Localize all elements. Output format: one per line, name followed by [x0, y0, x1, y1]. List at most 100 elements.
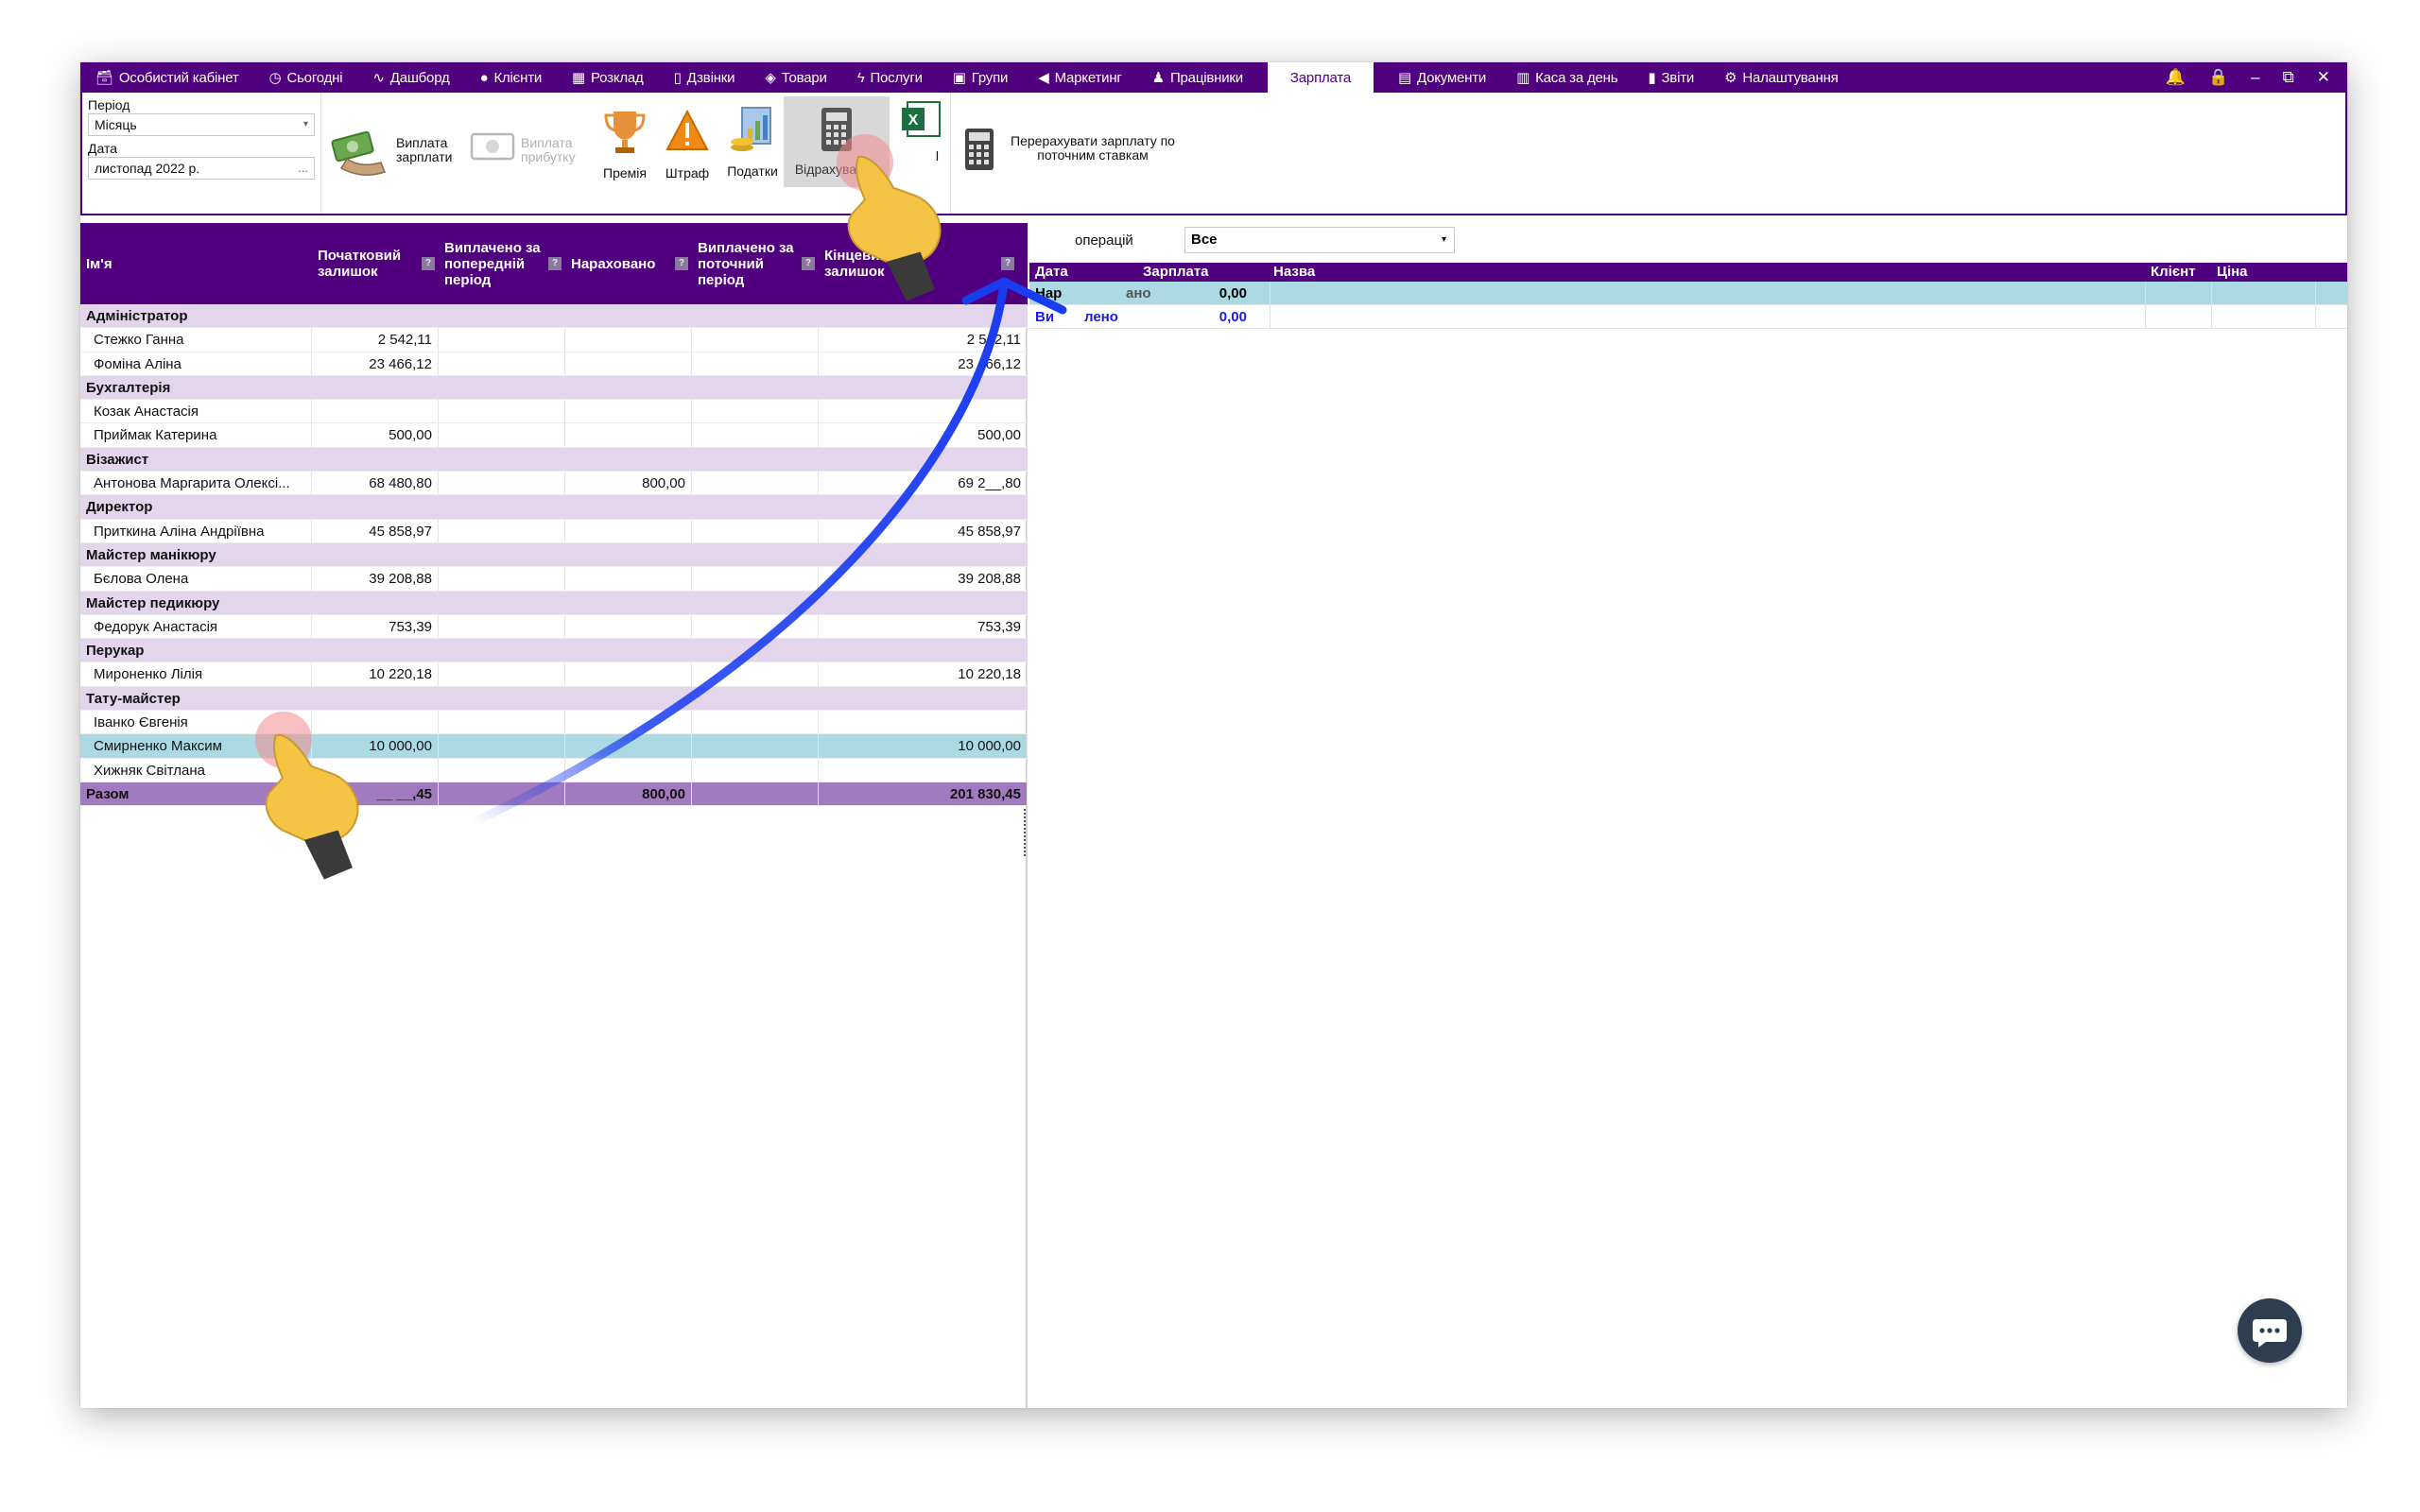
cell-paid-prev [439, 472, 565, 495]
deductions-button[interactable]: Відрахування [784, 96, 890, 187]
splitter-handle[interactable] [1024, 809, 1026, 856]
nav-goods[interactable]: ◈ Товари [750, 62, 841, 93]
group-name: Майстер педикюру [86, 594, 220, 611]
chat-button[interactable] [2238, 1298, 2302, 1363]
group-row[interactable]: Майстер педикюру [80, 591, 1028, 615]
nav-documents[interactable]: ▤ Документи [1383, 62, 1501, 93]
header-date[interactable]: Дата [1035, 264, 1068, 280]
box-icon: ◈ [765, 70, 776, 86]
cell-start: 23 466,12 [312, 352, 439, 375]
nav-schedule[interactable]: ▦ Розклад [557, 62, 659, 93]
employee-row[interactable]: Хижняк Світлана [80, 758, 1028, 782]
employee-name: Іванко Євгенія [80, 711, 312, 734]
cell-accrued [565, 662, 692, 686]
nav-settings[interactable]: ⚙ Налаштування [1709, 62, 1854, 93]
help-icon[interactable]: ? [675, 257, 688, 270]
cell-start: 10 220,18 [312, 662, 439, 686]
header-price[interactable]: Ціна [2217, 264, 2248, 280]
app-window: 🗃 Особистий кабінет ◷ Сьогодні ∿ Дашборд ● К… [80, 62, 2347, 1408]
restore-button[interactable]: ⧉ [2272, 68, 2306, 87]
nav-groups[interactable]: ▣ Групи [938, 62, 1023, 93]
nav-marketing[interactable]: ◀ Маркетинг [1023, 62, 1136, 93]
operation-row-accrued[interactable]: Нар ано 0,00 [1029, 282, 2347, 305]
help-icon[interactable]: ? [422, 257, 435, 270]
lightning-icon: ϟ [856, 69, 865, 86]
user-circle-icon: ● [479, 69, 489, 86]
employee-row[interactable]: Федорук Анастасія 753,39 753,39 [80, 614, 1028, 640]
header-start-balance[interactable]: Початковий залишок? [312, 223, 439, 304]
nav-dashboard[interactable]: ∿ Дашборд [357, 62, 464, 93]
nav-reports[interactable]: ▮ Звіти [1633, 62, 1709, 93]
employee-row[interactable]: Бєлова Олена 39 208,88 39 208,88 [80, 567, 1028, 592]
employee-row[interactable]: Іванко Євгенія [80, 711, 1028, 735]
minimize-button[interactable]: – [2239, 68, 2271, 87]
cell-accrued [565, 328, 692, 352]
cell-end: 753,39 [819, 614, 1028, 639]
employee-row[interactable]: Фоміна Аліна 23 466,12 23 466,12 [80, 352, 1028, 376]
total-row[interactable]: Разом __ __,45 800,00 201 830,45 [80, 782, 1028, 807]
nav-calls[interactable]: ▯ Дзвінки [659, 62, 751, 93]
cell-accrued [565, 758, 692, 782]
header-paid-current[interactable]: Виплачено за поточний період? [692, 223, 819, 304]
group-row[interactable]: Майстер манікюру [80, 542, 1028, 568]
group-row[interactable]: Тату-майстер [80, 686, 1028, 712]
group-row[interactable]: Директор [80, 495, 1028, 520]
employee-row[interactable]: Козак Анастасія [80, 400, 1028, 424]
operation-row-paid[interactable]: Ви лено 0,00 [1029, 305, 2347, 329]
taxes-button[interactable]: Податки [717, 96, 787, 191]
header-client[interactable]: Клієнт [2151, 264, 2196, 280]
employee-row[interactable]: Стежко Ганна 2 542,11 2 542,11 [80, 328, 1028, 352]
row-label: Ви [1035, 309, 1055, 325]
help-icon[interactable]: ? [802, 257, 815, 270]
excel-export-button[interactable]: X l [897, 96, 944, 191]
cell-start: 68 480,80 [312, 472, 439, 495]
person-icon: ♟ [1151, 70, 1165, 86]
group-row[interactable]: Візажист [80, 447, 1028, 472]
cell-paid-cur [692, 758, 819, 782]
operation-type-select[interactable]: Все ▾ [1184, 227, 1455, 253]
nav-personal-cabinet[interactable]: 🗃 Особистий кабінет [80, 62, 254, 93]
group-name: Тату-майстер [86, 690, 181, 707]
period-select[interactable]: Місяць ▾ [88, 113, 315, 136]
group-row[interactable]: Адміністратор [80, 304, 1028, 329]
employee-name: Фоміна Аліна [80, 352, 312, 375]
close-button[interactable]: ✕ [2306, 68, 2347, 87]
nav-today[interactable]: ◷ Сьогодні [254, 62, 358, 93]
cell-paid-cur [692, 614, 819, 639]
employee-row[interactable]: Антонова Маргарита Олексі... 68 480,80 800… [80, 472, 1028, 496]
group-row[interactable]: Бухгалтерія [80, 375, 1028, 401]
employee-row[interactable]: Приймак Катерина 500,00 500,00 [80, 423, 1028, 448]
nav-salary[interactable]: Зарплата [1267, 62, 1374, 93]
fine-button[interactable]: Штраф [655, 96, 719, 191]
nav-clients[interactable]: ● Клієнти [465, 62, 557, 93]
group-row[interactable]: Перукар [80, 639, 1028, 663]
header-title[interactable]: Назва [1273, 264, 1315, 280]
nav-cash-day[interactable]: ▥ Каса за день [1501, 62, 1633, 93]
header-paid-previous[interactable]: Виплачено за попередній період? [439, 223, 565, 304]
cell-paid-prev [439, 519, 565, 542]
lock-icon[interactable]: 🔒 [2197, 68, 2239, 87]
employee-name: Федорук Анастасія [80, 614, 312, 639]
header-name[interactable]: Ім'я [80, 223, 312, 304]
header-accrued[interactable]: Нараховано? [565, 223, 692, 304]
employee-row[interactable]: Мироненко Лілія 10 220,18 10 220,18 [80, 662, 1028, 687]
row-value: 0,00 [1219, 309, 1247, 325]
employee-row[interactable]: Приткина Аліна Андріївна 45 858,97 45 858,… [80, 519, 1028, 543]
cell-paid-prev [439, 567, 565, 591]
help-icon[interactable]: ? [1001, 257, 1014, 270]
header-salary[interactable]: Зарплата [1143, 264, 1209, 280]
date-input[interactable]: листопад 2022 р.... [88, 157, 315, 180]
header-end-balance[interactable]: Кінцевий залишок? [819, 223, 1028, 304]
help-icon[interactable]: ? [548, 257, 562, 270]
row-value: 0,00 [1219, 285, 1247, 301]
nav-employees[interactable]: ♟ Працівники [1137, 62, 1258, 93]
cell-accrued [565, 519, 692, 542]
bonus-button[interactable]: Премія [593, 96, 657, 191]
bell-icon[interactable]: 🔔 [2154, 68, 2197, 87]
employee-row[interactable]: Смирненко Максим 10 000,00 10 000,00 [80, 734, 1028, 759]
date-picker-button[interactable]: ... [298, 158, 308, 179]
cell-start: 500,00 [312, 423, 439, 447]
cell-accrued: 800,00 [565, 782, 692, 806]
nav-services[interactable]: ϟ Послуги [842, 62, 938, 93]
money-hand-icon [331, 130, 386, 176]
